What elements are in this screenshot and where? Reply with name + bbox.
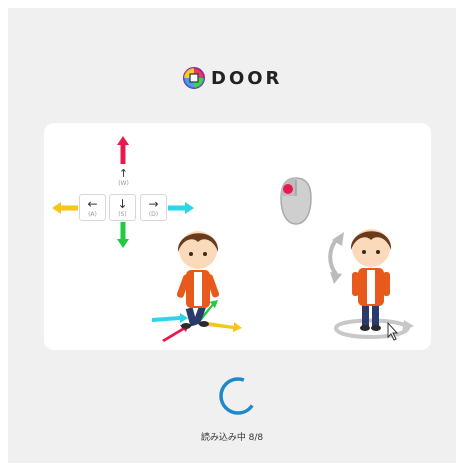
door-globe-icon	[183, 67, 205, 89]
right-key: → (D)	[140, 194, 167, 221]
rotating-character-illustration	[328, 229, 414, 341]
left-key: ← (A)	[79, 194, 106, 221]
controls-guide-card: ↑ (W) ← (A) ↓ (S) → (D)	[44, 123, 431, 350]
mouse-icon	[280, 177, 312, 225]
brand-name: DOOR	[211, 67, 283, 89]
arrow-left-icon	[52, 202, 78, 214]
up-key-label: ↑ (W)	[118, 167, 129, 188]
loading-status-text: 読み込み中 8/8	[200, 433, 264, 443]
loading-spinner-icon	[219, 377, 257, 415]
arrow-up-icon	[117, 136, 129, 164]
arrow-down-icon	[117, 222, 129, 248]
walking-character-illustration	[152, 231, 242, 342]
down-key: ↓ (S)	[109, 194, 136, 221]
arrow-right-icon	[168, 202, 194, 214]
door-logo: DOOR	[183, 67, 282, 89]
